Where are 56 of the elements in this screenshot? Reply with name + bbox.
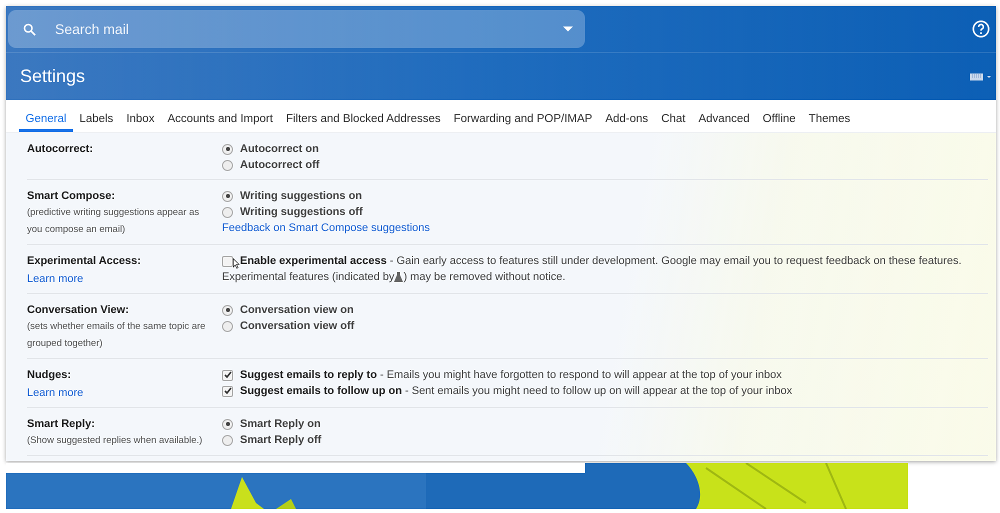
settings-tab[interactable]: Forwarding and POP/IMAP bbox=[447, 100, 599, 132]
checkbox[interactable] bbox=[222, 386, 233, 396]
note-text: Experimental features (indicated by bbox=[222, 270, 394, 285]
settings-tab[interactable]: General bbox=[19, 100, 73, 132]
option-label: Writing suggestions off bbox=[240, 205, 363, 220]
setting-label: Experimental Access: bbox=[27, 254, 142, 269]
search-icon[interactable] bbox=[22, 22, 37, 36]
radio-button[interactable] bbox=[222, 206, 233, 218]
settings-tab[interactable]: Themes bbox=[802, 100, 857, 132]
radio-button[interactable] bbox=[222, 304, 233, 316]
option-label: Suggest emails to reply to - Emails you might have forgotten to respond to will appear at the top of your inbox bbox=[240, 368, 782, 383]
search-field[interactable]: Search mail bbox=[53, 20, 563, 38]
settings-tab[interactable]: Filters and Blocked Addresses bbox=[279, 100, 448, 132]
option-label: Autocorrect on bbox=[240, 142, 319, 157]
settings-tab[interactable]: Offline bbox=[756, 100, 802, 132]
setting-label: Conversation View: bbox=[27, 303, 130, 318]
setting-description: (sets whether emails of the same topic are grouped together) bbox=[27, 320, 206, 351]
setting-label: Smart Reply: bbox=[27, 417, 96, 432]
option-label: Smart Reply on bbox=[240, 417, 321, 432]
option-label: Suggest emails to follow up on - Sent emails you might need to follow up on will appear at the top of your inbox bbox=[240, 384, 792, 399]
option-label: Conversation view off bbox=[240, 319, 354, 334]
setting-label: Autocorrect: bbox=[27, 142, 94, 157]
option-label: Writing suggestions on bbox=[240, 189, 362, 204]
feedback-link[interactable]: Feedback on Smart Compose suggestions bbox=[222, 220, 988, 236]
learn-more-link[interactable]: Learn more bbox=[27, 387, 84, 399]
option-label: Autocorrect off bbox=[240, 158, 320, 173]
settings-tab[interactable]: Labels bbox=[72, 100, 120, 132]
caret-icon[interactable] bbox=[563, 26, 573, 32]
checkbox[interactable] bbox=[222, 256, 233, 266]
radio-button[interactable] bbox=[222, 190, 233, 202]
checkbox[interactable] bbox=[222, 370, 233, 380]
search-bar[interactable]: Search mail bbox=[8, 10, 585, 48]
learn-more-link[interactable]: Learn more bbox=[27, 273, 84, 285]
keyboard-icon[interactable] bbox=[970, 72, 992, 80]
option-label: Conversation view on bbox=[240, 303, 354, 318]
radio-button[interactable] bbox=[222, 144, 233, 154]
setting-description: (Show suggested replies when available.) bbox=[27, 434, 204, 448]
settings-tab[interactable]: Inbox bbox=[120, 100, 161, 132]
page-title: Settings bbox=[20, 66, 86, 87]
help-icon[interactable] bbox=[972, 20, 990, 38]
option-label: Enable experimental access - Gain early access to features still under development. Google may email you to request feedback on these features. bbox=[240, 254, 962, 269]
option-label: Smart Reply off bbox=[240, 433, 322, 448]
settings-tab[interactable]: Accounts and Import bbox=[160, 100, 280, 132]
setting-label: Nudges: bbox=[27, 368, 72, 383]
settings-tab[interactable]: Advanced bbox=[692, 100, 756, 132]
settings-tab[interactable]: Add-ons bbox=[598, 100, 655, 132]
flask-icon bbox=[394, 272, 404, 282]
radio-button[interactable] bbox=[222, 160, 233, 170]
setting-description: (predictive writing suggestions appear as you compose an email) bbox=[27, 206, 200, 237]
settings-tab[interactable]: Chat bbox=[654, 100, 692, 132]
radio-button[interactable] bbox=[222, 418, 233, 430]
setting-label: Smart Compose: bbox=[27, 189, 116, 204]
radio-button[interactable] bbox=[222, 434, 233, 446]
note-text: ) may be removed without notice. bbox=[403, 270, 566, 285]
radio-button[interactable] bbox=[222, 320, 233, 332]
cursor-icon bbox=[233, 258, 240, 268]
